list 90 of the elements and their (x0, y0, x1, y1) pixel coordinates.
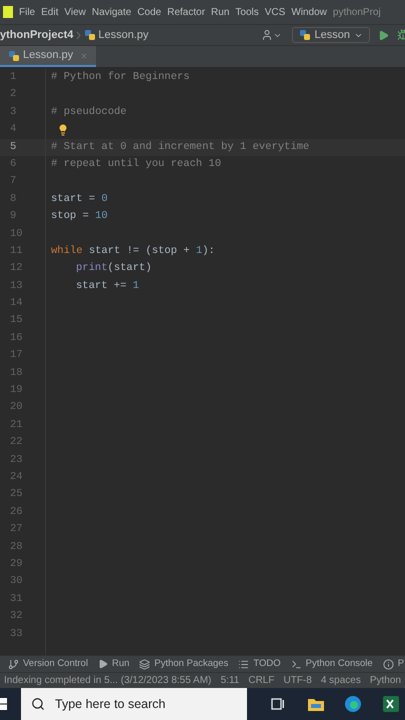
code-line: start += 1 (76, 278, 140, 294)
line-number: 32 (10, 610, 23, 622)
line-number: 33 (10, 628, 23, 640)
line-number: 21 (10, 418, 23, 431)
tool-window-button[interactable]: Run (98, 656, 130, 672)
line-number: 13 (10, 280, 23, 292)
line-number: 10 (10, 228, 23, 240)
folder-icon[interactable] (307, 696, 325, 712)
status-item[interactable]: UTF-8 (283, 673, 312, 688)
tool-window-button[interactable]: TODO (238, 656, 281, 672)
tool-window-button[interactable]: Python Console (290, 656, 373, 672)
line-number: 5 (10, 140, 16, 153)
line-number: 1 (10, 71, 16, 83)
status-item[interactable]: 5:11 (220, 673, 240, 688)
line-number: 6 (10, 158, 16, 170)
run-icon[interactable] (378, 30, 389, 40)
line-number: 12 (10, 262, 23, 274)
status-item[interactable]: CRLF (248, 673, 274, 688)
line-number: 22 (10, 436, 23, 448)
menu-item[interactable]: Edit (41, 4, 58, 20)
line-number: 7 (10, 175, 16, 188)
breadcrumb-file[interactable]: Lesson.py (98, 26, 149, 44)
info-icon (382, 658, 394, 670)
line-number: 27 (10, 523, 23, 536)
code-line: # Start at 0 and increment by 1 everytime (51, 140, 310, 155)
layers-icon (139, 658, 150, 670)
menu-item[interactable]: Run (211, 4, 230, 20)
line-number: 20 (10, 401, 23, 414)
line-number: 3 (10, 106, 16, 118)
line-number: 26 (10, 506, 23, 518)
menu-item[interactable]: View (64, 4, 86, 20)
menu-item[interactable]: Refactor (167, 4, 206, 20)
code-line: # Python for Beginners (51, 70, 190, 85)
run-config-dropdown[interactable]: Lesson (292, 27, 370, 43)
code-line: # repeat until you reach 10 (51, 156, 222, 172)
app-logo-icon (3, 6, 13, 18)
status-item[interactable]: 4 spaces (320, 673, 361, 688)
line-number: 15 (10, 314, 23, 326)
line-number: 28 (10, 540, 23, 553)
line-number: 17 (10, 349, 23, 362)
search-icon (31, 697, 45, 711)
python-file-icon (8, 50, 20, 62)
terminal-icon (290, 658, 302, 670)
line-number: 19 (10, 384, 23, 396)
user-icon[interactable] (260, 29, 273, 41)
line-number: 16 (10, 332, 23, 344)
spreadsheet-icon[interactable] (382, 695, 400, 713)
chevron-icon (76, 30, 82, 40)
line-number: 24 (10, 470, 23, 483)
python-file-icon (298, 29, 311, 41)
tool-window-button[interactable]: Python Packages (139, 656, 228, 672)
line-number: 29 (10, 558, 23, 570)
line-number: 14 (10, 297, 23, 310)
line-number: 18 (10, 366, 23, 379)
line-number: 2 (10, 88, 16, 100)
menu-item[interactable]: Navigate (92, 4, 132, 20)
taskbar-search-field[interactable]: Type here to search (21, 688, 247, 720)
browser-icon[interactable] (344, 695, 362, 713)
line-number: 4 (10, 123, 16, 136)
branch-icon (8, 658, 19, 670)
line-number: 8 (10, 192, 16, 205)
windows-start-icon[interactable] (0, 697, 8, 711)
task-view-icon[interactable] (271, 697, 285, 711)
breadcrumb-project[interactable]: ythonProject4 (0, 26, 74, 44)
play-icon (98, 659, 108, 669)
status-item[interactable]: Python (370, 673, 401, 688)
menu-item[interactable]: Code (137, 4, 162, 20)
menu-item[interactable]: Window (291, 4, 327, 20)
code-line: stop = 10 (51, 209, 108, 224)
menu-item[interactable]: VCS (264, 4, 286, 20)
tool-window-button[interactable]: P (382, 656, 404, 672)
tool-window-button[interactable]: Version Control (8, 656, 88, 672)
editor-tab[interactable]: Lesson.py (0, 46, 96, 67)
line-number: 31 (10, 592, 23, 605)
menu-item[interactable]: File (19, 4, 36, 20)
line-number: 25 (10, 488, 23, 500)
menu-item[interactable]: Tools (235, 4, 259, 20)
status-message: Indexing completed in 5... (3/12/2023 8:55 AM) (4, 674, 212, 688)
python-file-icon (84, 29, 96, 41)
code-line: while start != (stop + 1): (51, 244, 215, 259)
list-icon (238, 658, 250, 670)
code-line: # pseudocode (51, 104, 127, 120)
line-number: 9 (10, 210, 16, 222)
lightbulb-icon[interactable] (57, 124, 69, 136)
code-line: print(start) (76, 261, 152, 276)
window-title: pythonProj (332, 6, 381, 20)
line-number: 23 (10, 454, 23, 466)
line-number: 30 (10, 575, 23, 588)
code-line: start = 0 (51, 192, 108, 207)
line-number: 11 (10, 244, 23, 257)
